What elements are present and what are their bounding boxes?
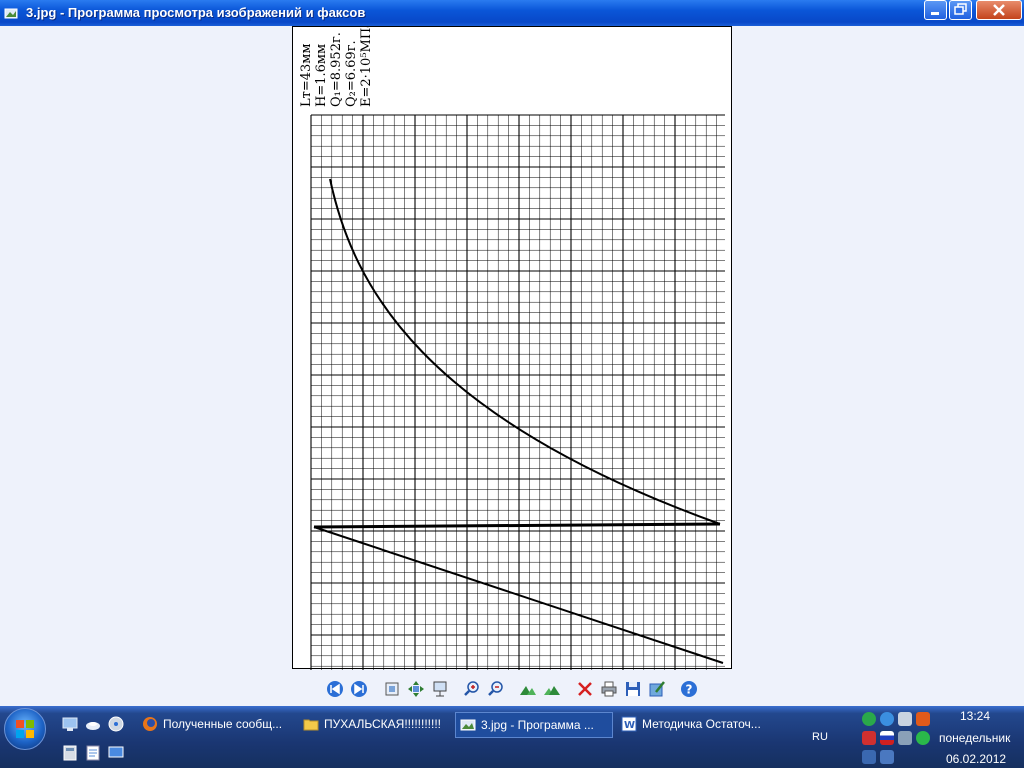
next-icon [351, 681, 367, 697]
rotate-cw-icon [520, 686, 536, 695]
antivirus-icon[interactable] [862, 731, 876, 745]
network-icon[interactable] [880, 712, 894, 726]
utorrent-icon[interactable] [862, 712, 876, 726]
edit-button[interactable] [648, 680, 666, 698]
taskbar: Полученные сообщ... ПУХАЛЬСКАЯ!!!!!!!!!!… [0, 706, 1024, 768]
image-viewer-icon [4, 8, 18, 19]
media-player-icon[interactable] [108, 716, 124, 732]
taskbar-item-label: Методичка Остаточ... [642, 717, 761, 731]
graph-paper: Lт=43мм H=1.6мм Q₁=8.952г. Q₂=6.69г. E=2… [299, 27, 725, 670]
slideshow-icon [433, 681, 447, 697]
russian-flag-icon[interactable] [880, 731, 894, 745]
image-viewer-area: Lт=43мм H=1.6мм Q₁=8.952г. Q₂=6.69г. E=2… [0, 26, 1024, 706]
clock-time[interactable]: 13:24 [960, 709, 990, 723]
delete-icon [578, 682, 592, 696]
save-button[interactable] [624, 680, 642, 698]
save-icon [626, 682, 640, 696]
word-icon: W [621, 716, 637, 732]
annotation-line: Q₁=8.952г. [329, 32, 344, 107]
decreasing-curve [329, 178, 721, 525]
speaker-warning-icon[interactable] [916, 712, 930, 726]
vkontakte-icon[interactable] [880, 750, 894, 764]
annotation-line: Lт=43мм [299, 44, 314, 107]
display-icon[interactable] [108, 745, 124, 761]
icq-icon[interactable] [916, 731, 930, 745]
taskbar-item-label: ПУХАЛЬСКАЯ!!!!!!!!!!! [324, 717, 442, 731]
tray-app-icon[interactable] [898, 731, 912, 745]
next-image-button[interactable] [350, 680, 368, 698]
lv-app-icon[interactable] [862, 750, 876, 764]
firefox-icon [143, 717, 157, 731]
taskbar-item[interactable]: ПУХАЛЬСКАЯ!!!!!!!!!!! [299, 712, 449, 736]
help-button[interactable]: ? [680, 680, 698, 698]
volume-icon[interactable] [898, 712, 912, 726]
help-icon: ? [681, 681, 697, 697]
taskbar-item-label: 3.jpg - Программа ... [481, 718, 594, 732]
taskbar-item[interactable]: W Методичка Остаточ... [617, 712, 772, 736]
annotation-line: Q₂=6.69г. [344, 40, 359, 107]
rotate-counterclockwise-button[interactable] [543, 680, 561, 698]
clock-date: 06.02.2012 [946, 752, 1007, 766]
slideshow-button[interactable] [431, 680, 449, 698]
folder-icon [303, 719, 319, 731]
messenger-icon[interactable] [85, 716, 101, 732]
window-title: 3.jpg - Программа просмотра изображений … [26, 5, 366, 20]
scanned-graph-image: Lт=43мм H=1.6мм Q₁=8.952г. Q₂=6.69г. E=2… [292, 26, 732, 670]
svg-text:?: ? [686, 683, 693, 697]
taskbar-item-active[interactable]: 3.jpg - Программа ... [455, 712, 613, 738]
title-bar: 3.jpg - Программа просмотра изображений … [0, 0, 1024, 26]
annotation-line: E=2·10⁵МПа [359, 27, 374, 107]
start-button[interactable] [4, 708, 46, 750]
windows-logo-icon [16, 720, 34, 738]
zoom-out-icon [488, 681, 503, 696]
taskbar-item[interactable]: Полученные сообщ... [138, 712, 293, 736]
notepad-icon[interactable] [85, 745, 101, 761]
close-button[interactable] [976, 0, 1022, 20]
annotation-line: H=1.6мм [314, 44, 329, 107]
actual-size-icon [408, 681, 424, 697]
language-indicator[interactable]: RU [812, 731, 828, 743]
print-button[interactable] [600, 680, 618, 698]
print-icon [601, 681, 617, 697]
show-desktop-icon[interactable] [62, 716, 78, 732]
clock-day: понедельник [939, 731, 1011, 745]
rotate-clockwise-button[interactable] [519, 680, 537, 698]
restore-button[interactable] [949, 0, 972, 20]
restore-icon [954, 3, 967, 15]
close-icon [993, 4, 1005, 16]
horizontal-baseline [313, 522, 721, 529]
taskbar-item-label: Полученные сообщ... [163, 717, 283, 731]
minimize-icon [931, 12, 939, 15]
zoom-in-button[interactable] [463, 680, 481, 698]
best-fit-icon [385, 682, 399, 696]
zoom-in-icon [464, 681, 479, 696]
rotate-ccw-icon [544, 686, 560, 695]
minimize-button[interactable] [924, 0, 947, 20]
prev-icon [327, 681, 343, 697]
calculator-icon[interactable] [62, 745, 78, 761]
viewer-toolbar: ? [0, 678, 1024, 702]
best-fit-button[interactable] [383, 680, 401, 698]
edit-icon [649, 681, 665, 697]
image-viewer-icon [460, 719, 476, 731]
previous-image-button[interactable] [326, 680, 344, 698]
actual-size-button[interactable] [407, 680, 425, 698]
delete-button[interactable] [576, 680, 594, 698]
svg-text:W: W [624, 720, 635, 731]
grid-minor-lines [311, 115, 725, 670]
zoom-out-button[interactable] [487, 680, 505, 698]
parameters-annotation: Lт=43мм H=1.6мм Q₁=8.952г. Q₂=6.69г. E=2… [299, 27, 374, 107]
